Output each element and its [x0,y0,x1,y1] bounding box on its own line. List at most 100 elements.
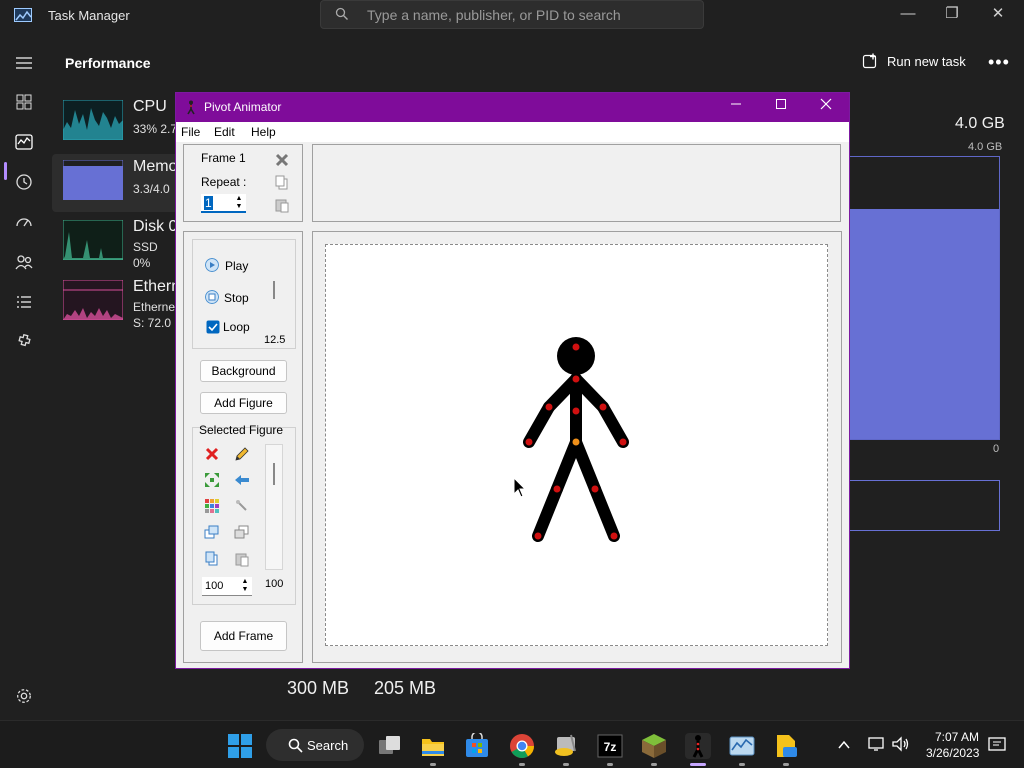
add-figure-button[interactable]: Add Figure [200,392,287,414]
task-manager-search-input[interactable]: Type a name, publisher, or PID to search [320,0,704,29]
repeat-up-arrow-icon[interactable]: ▲ [234,195,244,203]
task-manager-icon[interactable] [729,733,755,759]
frames-timeline[interactable] [312,144,841,222]
task-manager-titlebar: Task Manager Type a name, publisher, or … [0,0,1024,32]
perf-item-name: Ethern [133,278,181,295]
send-to-back-icon[interactable] [234,524,250,540]
size-slider-thumb[interactable] [273,463,275,485]
chevron-up-icon[interactable] [838,739,850,751]
pivot-window-title: Pivot Animator [204,100,282,114]
play-label[interactable]: Play [225,259,248,273]
menu-edit[interactable]: Edit [214,125,235,139]
tm-minimize-button[interactable]: — [893,4,923,26]
minecraft-icon[interactable] [641,733,667,759]
tm-close-button[interactable]: ✕ [983,4,1013,26]
repeat-spinner[interactable]: 1 ▲ ▼ [201,194,246,213]
edit-figure-pencil-icon[interactable] [234,446,250,462]
figure-color-icon[interactable] [204,498,220,514]
chrome-running-indicator [519,763,525,766]
menu-help[interactable]: Help [251,125,276,139]
loop-checkbox-icon[interactable] [206,320,220,334]
app-history-icon[interactable] [14,172,34,192]
performance-icon[interactable] [14,132,34,152]
delete-figure-icon[interactable] [204,446,220,462]
page-title: Performance [65,55,151,71]
file-explorer-icon[interactable] [420,733,446,759]
pivot-maximize-button[interactable] [761,96,801,118]
network-icon[interactable] [868,736,886,752]
background-button[interactable]: Background [200,360,287,382]
7zip-icon[interactable]: 7z [597,733,623,759]
repeat-value: 1 [204,196,213,210]
pivot-stickman-icon [187,100,195,115]
stop-radio-icon[interactable] [205,290,219,304]
notepad-running-indicator [783,763,789,766]
memory-usage-fill [849,209,999,439]
search-icon [335,7,348,20]
play-radio-icon[interactable] [205,258,219,272]
pivot-minimize-button[interactable] [716,96,756,118]
paste-figure-icon[interactable] [234,551,250,567]
pivot-animator-window: Pivot Animator File Edit Help Frame 1 Re… [175,92,850,669]
search-placeholder: Type a name, publisher, or PID to search [367,7,621,23]
settings-gear-icon[interactable] [15,687,33,705]
perf-item-cpu[interactable]: CPU 33% 2.7 [52,94,180,152]
services-icon[interactable] [14,332,34,352]
bring-to-front-icon[interactable] [204,524,220,540]
animation-canvas[interactable] [325,244,828,646]
perf-item-ethernet[interactable]: Ethern Etherne S: 72.0 [52,274,180,332]
graph-axis-min: 0 [993,443,1000,455]
run-new-task-label: Run new task [887,54,966,69]
center-figure-icon[interactable] [204,472,220,488]
copy-figure-icon[interactable] [204,551,220,567]
size-up-arrow-icon[interactable]: ▲ [240,578,250,586]
taskbar-clock-time[interactable]: 7:07 AM [935,730,979,744]
task-manager-title: Task Manager [48,8,130,23]
copy-frame-icon[interactable] [274,175,290,191]
svg-text:7z: 7z [604,740,617,754]
run-task-icon [862,53,877,69]
hamburger-menu-icon[interactable] [14,53,34,73]
perf-item-name: Memo [133,158,178,175]
disk-cleanup-running-indicator [563,763,569,766]
chrome-icon[interactable] [509,733,535,759]
menu-file[interactable]: File [181,125,200,139]
perf-item-disk[interactable]: Disk 0 SSD 0% [52,214,180,272]
details-icon[interactable] [14,292,34,312]
processes-icon[interactable] [14,92,34,112]
paste-frame-icon[interactable] [274,197,290,213]
speed-slider-thumb[interactable] [273,281,275,299]
join-figure-icon[interactable] [234,498,250,514]
delete-frame-icon[interactable] [274,152,290,168]
stop-label[interactable]: Stop [224,291,249,305]
figure-head[interactable] [557,337,595,375]
size-slider-track[interactable] [265,444,283,570]
more-options-button[interactable]: ••• [988,52,1010,73]
size-down-arrow-icon[interactable]: ▼ [240,586,250,594]
notepad-icon[interactable] [773,733,799,759]
startup-apps-icon[interactable] [14,212,34,232]
volume-icon[interactable] [892,736,910,752]
notification-icon[interactable] [988,736,1006,754]
selected-figure-label: Selected Figure [199,423,284,437]
microsoft-store-icon[interactable] [464,733,490,759]
repeat-down-arrow-icon[interactable]: ▼ [234,203,244,211]
loop-label[interactable]: Loop [223,320,250,334]
flip-figure-icon[interactable] [234,472,250,488]
taskbar-clock-date[interactable]: 3/26/2023 [926,746,979,760]
perf-item-sub2: 0% [133,256,151,270]
taskbar-search-button[interactable]: Search [266,729,364,761]
task-view-icon[interactable] [377,733,403,759]
start-icon[interactable] [227,733,253,759]
users-icon[interactable] [14,252,34,272]
perf-item-memory[interactable]: Memo 3.3/4.0 [52,154,180,212]
memory-stat-committed: 300 MB [287,678,350,698]
add-frame-button[interactable]: Add Frame [200,621,287,651]
disk-cleanup-icon[interactable] [553,733,579,759]
pivot-close-button[interactable] [806,96,846,118]
stick-figure[interactable] [326,245,827,645]
perf-item-sub: Etherne [133,300,176,314]
size-spinner[interactable]: 100 ▲ ▼ [202,577,252,596]
pivot-animator-icon[interactable] [685,733,711,759]
tm-restore-button[interactable]: ❐ [937,4,967,26]
